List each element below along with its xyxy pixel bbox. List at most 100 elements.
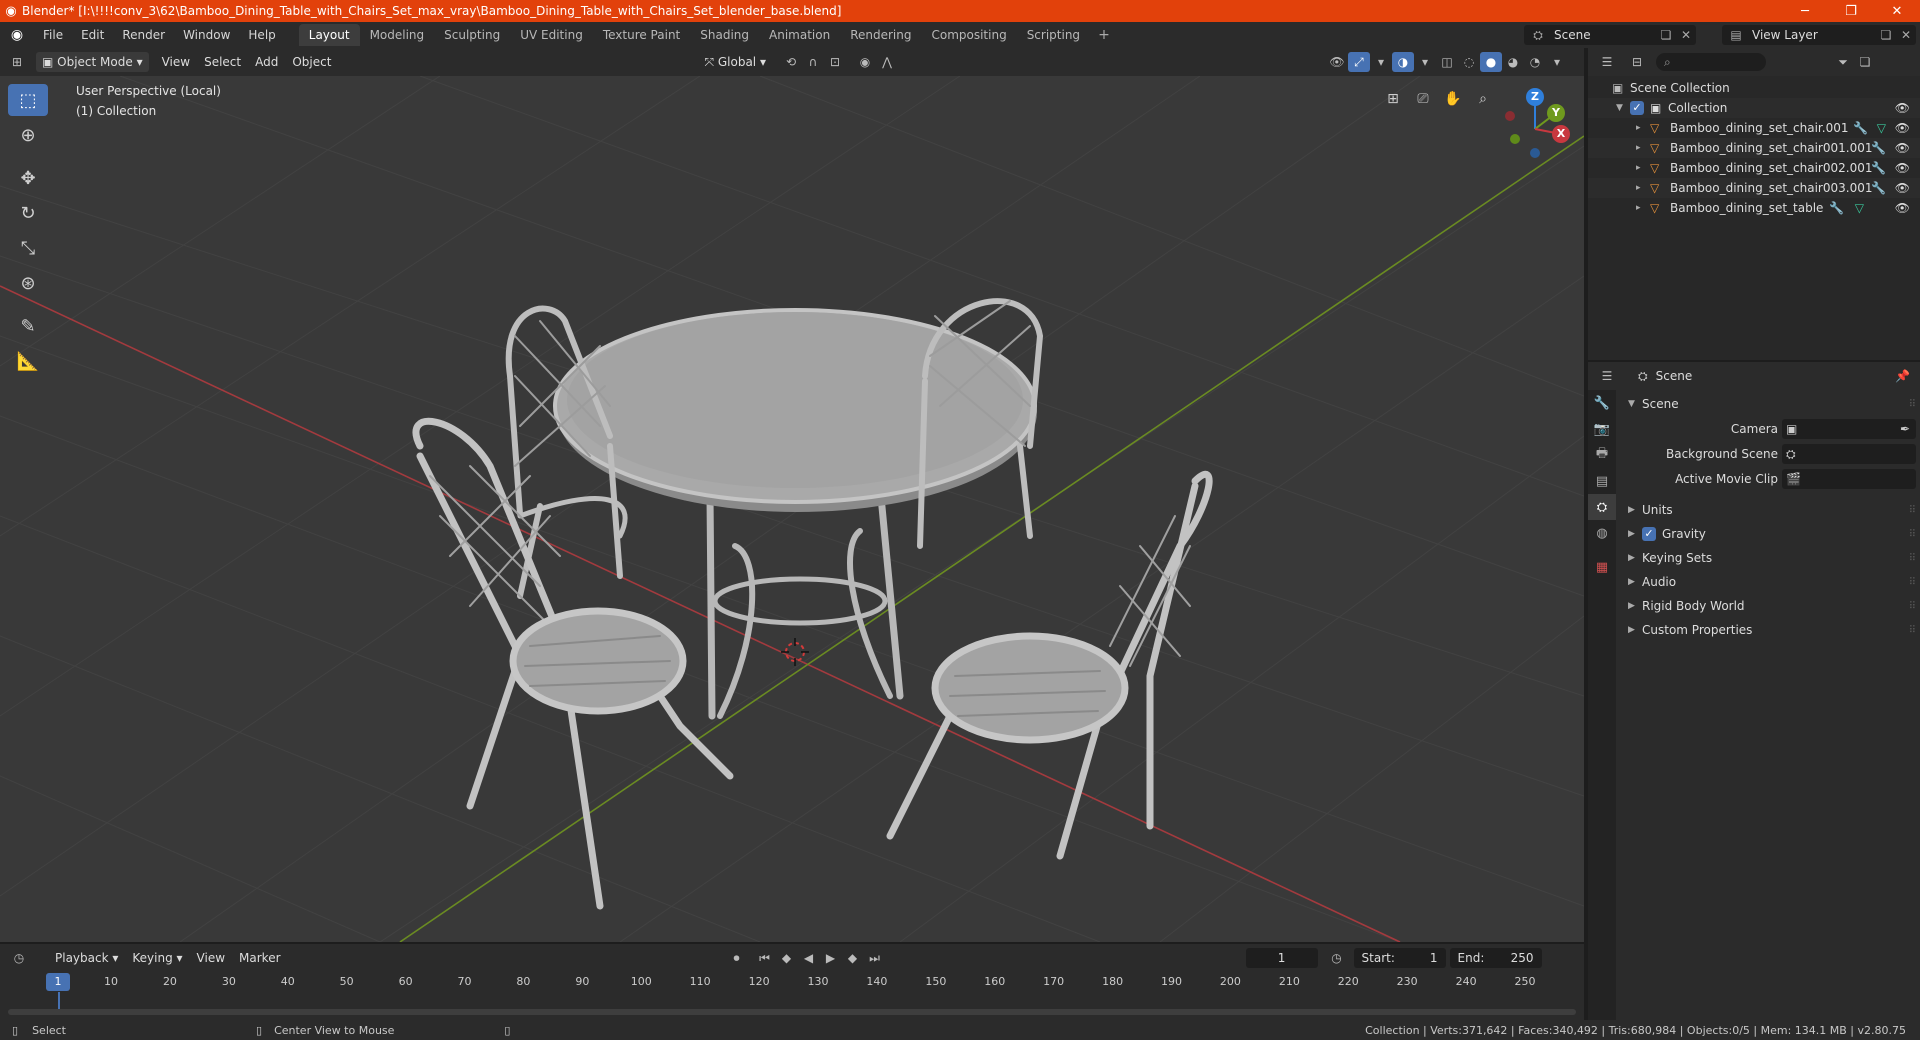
toggle-camera-perspective-icon[interactable]: ⊞ bbox=[1380, 86, 1406, 112]
end-frame-field[interactable]: End: 250 bbox=[1449, 948, 1542, 968]
menu-object[interactable]: Object bbox=[285, 55, 338, 69]
scene-tab-icon[interactable]: ⛭ bbox=[1588, 494, 1616, 520]
solid-shading-icon[interactable]: ● bbox=[1479, 52, 1502, 72]
tab-animation[interactable]: Animation bbox=[759, 24, 840, 46]
modifier-wrench-icon[interactable]: 🔧 bbox=[1871, 161, 1886, 175]
properties-editor-type-icon[interactable]: ☰ bbox=[1596, 366, 1618, 386]
menu-marker[interactable]: Marker bbox=[232, 951, 287, 965]
snap-element-icon[interactable]: ⊡ bbox=[824, 52, 846, 72]
object-visibility-icon[interactable]: 👁 bbox=[1895, 161, 1910, 175]
render-tab-icon[interactable]: 📷 bbox=[1588, 416, 1616, 442]
view-layer-name-field[interactable]: View Layer bbox=[1746, 28, 1876, 42]
editor-type-icon[interactable]: ⊞ bbox=[6, 52, 28, 72]
collection-visibility-icon[interactable]: 👁 bbox=[1895, 101, 1910, 115]
new-collection-icon[interactable]: ❏ bbox=[1854, 52, 1876, 72]
play-icon[interactable]: ▶ bbox=[820, 948, 842, 968]
output-tab-icon[interactable]: 🖶 bbox=[1588, 442, 1616, 468]
display-mode-icon[interactable]: ⊟ bbox=[1626, 52, 1648, 72]
timeline-scrollbar[interactable] bbox=[8, 1009, 1576, 1015]
snap-icon[interactable]: ∩ bbox=[802, 52, 824, 72]
menu-view[interactable]: View bbox=[155, 55, 197, 69]
camera-field[interactable]: ▣ ✒ bbox=[1782, 419, 1916, 439]
menu-keying[interactable]: Keying ▾ bbox=[125, 951, 189, 965]
falloff-icon[interactable]: ⋀ bbox=[876, 52, 898, 72]
gravity-panel-header[interactable]: ▶ ✓ Gravity ⠿ bbox=[1616, 522, 1920, 546]
outliner-object-row[interactable]: ▸ ▽ Bamboo_dining_set_table 🔧 ▽ 👁 bbox=[1588, 198, 1920, 218]
blender-menu-icon[interactable]: ◉ bbox=[0, 27, 34, 43]
gravity-checkbox[interactable]: ✓ bbox=[1642, 527, 1656, 541]
outliner-object-row[interactable]: ▸ ▽ Bamboo_dining_set_chair001.001 🔧 👁 bbox=[1588, 138, 1920, 158]
units-panel-header[interactable]: ▶ Units ⠿ bbox=[1616, 498, 1920, 522]
gizmo-y-axis[interactable]: Y bbox=[1547, 104, 1565, 122]
drag-handle-icon[interactable]: ⠿ bbox=[1909, 529, 1916, 540]
outliner-collection[interactable]: ▼ ✓ ▣ Collection 👁 bbox=[1588, 98, 1920, 118]
tab-layout[interactable]: Layout bbox=[298, 24, 360, 46]
tab-uv-editing[interactable]: UV Editing bbox=[510, 24, 593, 46]
select-box-tool-icon[interactable]: ⬚ bbox=[8, 84, 48, 116]
prev-keyframe-icon[interactable]: ◆ bbox=[776, 948, 798, 968]
view-layer-tab-icon[interactable]: ▤ bbox=[1588, 468, 1616, 494]
visibility-icon[interactable]: 👁 bbox=[1326, 52, 1348, 72]
tab-scripting[interactable]: Scripting bbox=[1017, 24, 1090, 46]
play-reverse-icon[interactable]: ◀ bbox=[798, 948, 820, 968]
proportional-edit-icon[interactable]: ◉ bbox=[854, 52, 876, 72]
timeline-ruler[interactable]: 1 10 20 30 40 50 60 70 80 90 100 110 120 130 140 150 160… bbox=[0, 972, 1584, 992]
texture-tab-icon[interactable]: ▦ bbox=[1588, 554, 1616, 580]
delete-view-layer-icon[interactable]: ✕ bbox=[1896, 28, 1916, 42]
eyedropper-icon[interactable]: ✒ bbox=[1900, 422, 1910, 436]
drag-handle-icon[interactable]: ⠿ bbox=[1909, 577, 1916, 588]
tab-compositing[interactable]: Compositing bbox=[921, 24, 1016, 46]
expand-icon[interactable]: ▸ bbox=[1636, 163, 1650, 173]
menu-window[interactable]: Window bbox=[174, 28, 239, 42]
tab-texture-paint[interactable]: Texture Paint bbox=[593, 24, 690, 46]
outliner-editor-type-icon[interactable]: ☰ bbox=[1596, 52, 1618, 72]
record-icon[interactable]: ⏺ bbox=[726, 948, 748, 968]
menu-add[interactable]: Add bbox=[248, 55, 285, 69]
object-visibility-icon[interactable]: 👁 bbox=[1895, 141, 1910, 155]
collection-expand-icon[interactable]: ▼ bbox=[1616, 103, 1630, 113]
active-movie-clip-field[interactable]: 🎬 bbox=[1782, 469, 1916, 489]
menu-help[interactable]: Help bbox=[239, 28, 284, 42]
drag-handle-icon[interactable]: ⠿ bbox=[1909, 505, 1916, 516]
delete-scene-icon[interactable]: ✕ bbox=[1676, 28, 1696, 42]
scale-tool-icon[interactable]: ⤡ bbox=[8, 232, 48, 264]
preview-range-icon[interactable]: ◷ bbox=[1326, 948, 1348, 968]
jump-end-icon[interactable]: ⏭ bbox=[864, 948, 886, 968]
timeline-editor-type-icon[interactable]: ◷ bbox=[8, 948, 30, 968]
menu-edit[interactable]: Edit bbox=[72, 28, 113, 42]
xray-icon[interactable]: ◫ bbox=[1436, 52, 1458, 72]
camera-view-icon[interactable]: ⎚ bbox=[1410, 86, 1436, 112]
tab-rendering[interactable]: Rendering bbox=[840, 24, 921, 46]
tab-modeling[interactable]: Modeling bbox=[360, 24, 435, 46]
new-scene-icon[interactable]: ❏ bbox=[1656, 28, 1676, 42]
drag-handle-icon[interactable]: ⠿ bbox=[1909, 625, 1916, 636]
outliner-search-input[interactable]: ⌕ bbox=[1656, 53, 1766, 71]
close-button[interactable]: ✕ bbox=[1874, 0, 1920, 22]
menu-select[interactable]: Select bbox=[197, 55, 248, 69]
modifier-wrench-icon[interactable]: 🔧 bbox=[1871, 181, 1886, 195]
scene-name-field[interactable]: Scene bbox=[1548, 28, 1656, 42]
transform-orientation-dropdown[interactable]: ⤧ Global ▾ bbox=[698, 52, 772, 72]
outliner-scene-collection[interactable]: ▣ Scene Collection bbox=[1588, 78, 1920, 98]
view-layer-selector[interactable]: ▤ View Layer ❏ ✕ bbox=[1722, 25, 1916, 45]
gizmo-toggle-icon[interactable]: ⤢ bbox=[1347, 52, 1370, 72]
tool-tab-icon[interactable]: 🔧 bbox=[1588, 390, 1616, 416]
3d-viewport[interactable]: User Perspective (Local) (1) Collection … bbox=[0, 76, 1584, 942]
tab-shading[interactable]: Shading bbox=[690, 24, 759, 46]
modifier-wrench-icon[interactable]: 🔧 bbox=[1871, 141, 1886, 155]
outliner-object-row[interactable]: ▸ ▽ Bamboo_dining_set_chair003.001 🔧 👁 bbox=[1588, 178, 1920, 198]
outliner-object-row[interactable]: ▸ ▽ Bamboo_dining_set_chair.001 🔧 ▽ 👁 bbox=[1588, 118, 1920, 138]
shading-dropdown-icon[interactable]: ▾ bbox=[1546, 52, 1568, 72]
mesh-data-icon[interactable]: ▽ bbox=[1877, 121, 1886, 135]
cursor-tool-icon[interactable]: ⊕ bbox=[8, 119, 48, 151]
overlay-toggle-icon[interactable]: ◑ bbox=[1391, 52, 1414, 72]
world-tab-icon[interactable]: ◍ bbox=[1588, 520, 1616, 546]
pin-icon[interactable]: 📌 bbox=[1895, 369, 1910, 383]
menu-playback[interactable]: Playback ▾ bbox=[48, 951, 125, 965]
object-visibility-icon[interactable]: 👁 bbox=[1895, 181, 1910, 195]
material-shading-icon[interactable]: ◕ bbox=[1502, 52, 1524, 72]
tab-sculpting[interactable]: Sculpting bbox=[434, 24, 510, 46]
mode-dropdown[interactable]: ▣ Object Mode ▾ bbox=[36, 52, 149, 72]
pan-hand-icon[interactable]: ✋ bbox=[1440, 86, 1466, 112]
background-scene-field[interactable]: ⛭ bbox=[1782, 444, 1916, 464]
